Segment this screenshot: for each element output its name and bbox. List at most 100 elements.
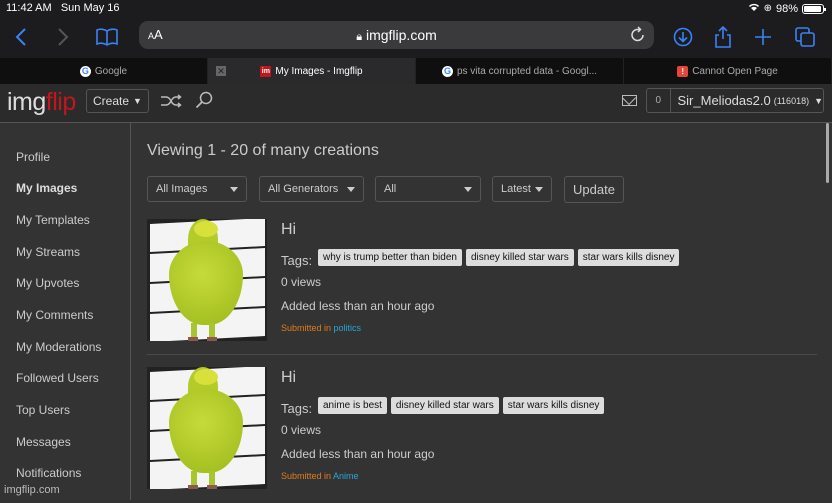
sidebar-item-my-upvotes[interactable]: My Upvotes xyxy=(16,276,79,290)
bookmarks-button[interactable] xyxy=(92,22,122,52)
sidebar-item-profile[interactable]: Profile xyxy=(16,150,50,164)
tag[interactable]: why is trump better than biden xyxy=(318,249,462,266)
share-button[interactable] xyxy=(708,22,738,52)
battery-percent: 98% xyxy=(775,2,798,15)
shuffle-icon xyxy=(161,94,182,108)
main-content: Viewing 1 - 20 of many creations All Ima… xyxy=(132,123,832,500)
generator-select[interactable]: All Generators xyxy=(259,176,364,202)
imgflip-favicon-icon: im xyxy=(260,65,272,77)
divider xyxy=(147,354,817,355)
back-button[interactable] xyxy=(6,22,36,52)
browser-tab[interactable]: ! Cannot Open Page xyxy=(624,58,832,84)
tag[interactable]: disney killed star wars xyxy=(465,249,574,266)
new-tab-button[interactable] xyxy=(748,22,778,52)
google-favicon-icon: G xyxy=(79,65,91,77)
submitted-in: Submitted in Anime xyxy=(281,471,359,481)
sidebar-item-messages[interactable]: Messages xyxy=(16,435,71,449)
status-right: ⊕ 98% xyxy=(748,2,826,15)
user-menu[interactable]: 0 Sir_Meliodas2.0 (116018) ▼ xyxy=(646,88,824,113)
sort-select[interactable]: Latest xyxy=(492,176,552,202)
tab-title: My Images - Imgflip xyxy=(275,65,363,77)
forward-button[interactable] xyxy=(48,22,78,52)
search-icon xyxy=(195,91,213,109)
chevron-left-icon xyxy=(15,28,26,46)
stream-link[interactable]: Anime xyxy=(333,471,359,481)
username: Sir_Meliodas2.0 xyxy=(677,93,771,108)
status-url: imgflip.com xyxy=(4,484,60,496)
caret-down-icon: ▼ xyxy=(814,95,823,106)
caret-down-icon xyxy=(464,187,472,192)
post-title[interactable]: Hi xyxy=(281,221,296,239)
share-icon xyxy=(715,26,731,48)
tag[interactable]: anime is best xyxy=(318,397,387,414)
sidebar-item-top-users[interactable]: Top Users xyxy=(16,403,70,417)
image-type-select[interactable]: All Images xyxy=(147,176,247,202)
tag[interactable]: star wars kills disney xyxy=(577,249,680,266)
search-button[interactable] xyxy=(195,91,213,114)
browser-toolbar: AA 🔒︎ imgflip.com xyxy=(0,18,832,58)
google-favicon-icon: G xyxy=(441,65,453,77)
sidebar: Profile My Images My Templates My Stream… xyxy=(0,123,131,500)
meme-thumbnail[interactable] xyxy=(147,219,267,341)
added-time: Added less than an hour ago xyxy=(281,447,435,461)
view-count: 0 views xyxy=(281,423,322,437)
tags-label: Tags: xyxy=(281,253,313,268)
added-time: Added less than an hour ago xyxy=(281,299,435,313)
tag-list: why is trump better than biden disney ki… xyxy=(318,249,680,266)
tag[interactable]: star wars kills disney xyxy=(502,397,605,414)
sidebar-item-my-templates[interactable]: My Templates xyxy=(16,213,90,227)
caret-down-icon: ▼ xyxy=(133,96,142,106)
wifi-icon xyxy=(748,2,760,15)
caret-down-icon xyxy=(230,187,238,192)
sidebar-item-my-images[interactable]: My Images xyxy=(16,181,77,195)
tab-title: Cannot Open Page xyxy=(692,65,778,77)
page-title: Viewing 1 - 20 of many creations xyxy=(147,142,379,159)
user-points: (116018) xyxy=(773,95,810,106)
status-time: 11:42 AM Sun May 16 xyxy=(6,2,120,14)
sidebar-item-my-streams[interactable]: My Streams xyxy=(16,245,80,259)
submitted-in: Submitted in politics xyxy=(281,323,362,333)
tags-label: Tags: xyxy=(281,401,313,416)
download-icon xyxy=(673,27,693,47)
sidebar-item-my-moderations[interactable]: My Moderations xyxy=(16,340,101,354)
stream-link[interactable]: politics xyxy=(334,323,362,333)
reload-button[interactable] xyxy=(630,25,646,48)
orientation-lock-icon: ⊕ xyxy=(763,3,772,14)
browser-tab-active[interactable]: ✕ im My Images - Imgflip xyxy=(208,58,416,84)
browser-tab[interactable]: G ps vita corrupted data - Googl... xyxy=(416,58,624,84)
sidebar-item-followed-users[interactable]: Followed Users xyxy=(16,371,99,385)
imgflip-logo[interactable]: imgflip xyxy=(7,88,76,117)
view-count: 0 views xyxy=(281,275,322,289)
caret-down-icon xyxy=(535,187,543,192)
tabs-overview-button[interactable] xyxy=(790,22,820,52)
downloads-button[interactable] xyxy=(668,22,698,52)
post-title[interactable]: Hi xyxy=(281,369,296,387)
browser-tab-strip: G Google ✕ im My Images - Imgflip G ps v… xyxy=(0,58,832,84)
update-button[interactable]: Update xyxy=(564,176,624,203)
tabs-icon xyxy=(795,27,815,47)
site-header: imgflip Create ▼ 0 Sir_Meliodas2.0 (1160… xyxy=(0,84,832,123)
page-scrollbar[interactable] xyxy=(826,123,829,183)
caret-down-icon xyxy=(347,187,355,192)
browser-tab[interactable]: G Google xyxy=(0,58,208,84)
battery-icon xyxy=(802,3,826,14)
status-bar: 11:42 AM Sun May 16 ⊕ 98% xyxy=(0,0,832,18)
mail-icon[interactable] xyxy=(622,95,637,106)
reload-icon xyxy=(631,26,644,42)
image-post: Hi Tags: anime is best disney killed sta… xyxy=(147,367,817,503)
create-menu-button[interactable]: Create ▼ xyxy=(86,89,149,113)
url-display[interactable]: 🔒︎ imgflip.com xyxy=(139,27,654,44)
scope-select[interactable]: All xyxy=(375,176,481,202)
close-tab-icon[interactable]: ✕ xyxy=(216,66,226,76)
notification-count[interactable]: 0 xyxy=(647,89,671,112)
sidebar-item-my-comments[interactable]: My Comments xyxy=(16,308,93,322)
meme-thumbnail[interactable] xyxy=(147,367,267,489)
username-dropdown[interactable]: Sir_Meliodas2.0 (116018) ▼ xyxy=(671,89,824,112)
sidebar-item-notifications[interactable]: Notifications xyxy=(16,466,81,480)
image-post: Hi Tags: why is trump better than biden … xyxy=(147,219,817,355)
tag[interactable]: disney killed star wars xyxy=(390,397,499,414)
tab-title: Google xyxy=(94,65,128,77)
address-bar[interactable]: AA 🔒︎ imgflip.com xyxy=(139,21,654,49)
error-favicon-icon: ! xyxy=(677,65,689,77)
shuffle-button[interactable] xyxy=(160,94,182,113)
